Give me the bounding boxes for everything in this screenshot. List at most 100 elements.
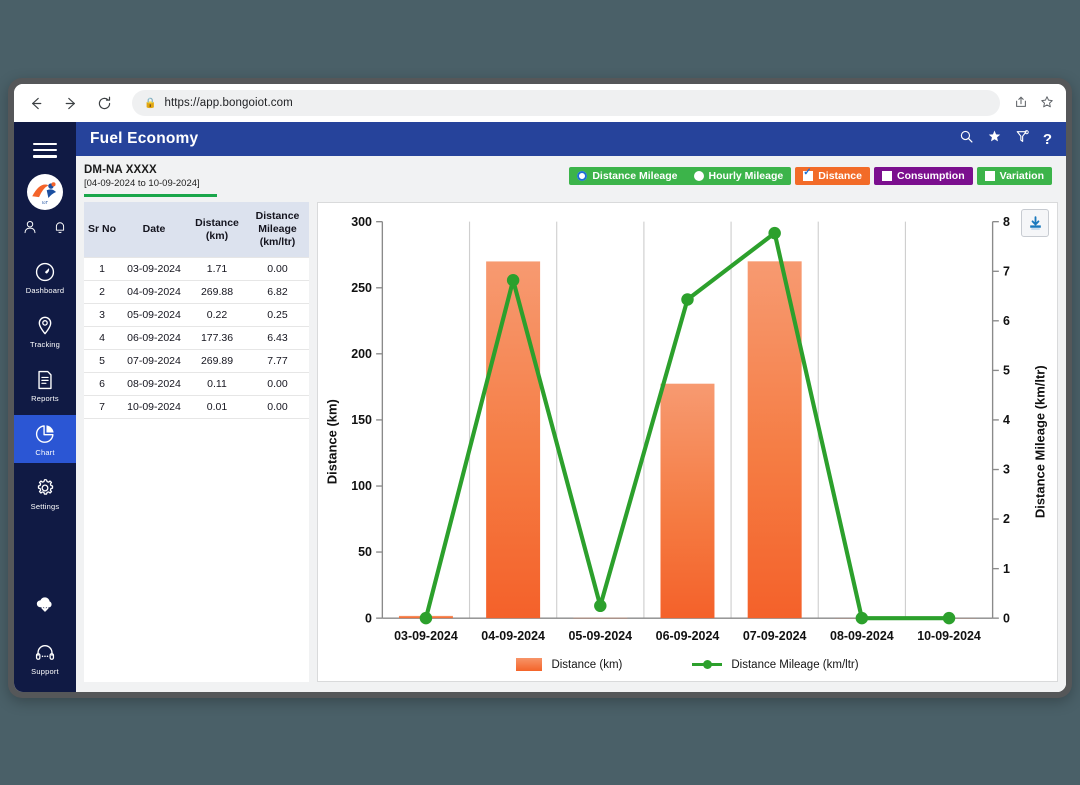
- table-row[interactable]: 3 05-09-2024 0.22 0.25: [84, 304, 309, 327]
- svg-text:05-09-2024: 05-09-2024: [568, 629, 632, 643]
- cell-distance: 177.36: [188, 327, 246, 350]
- svg-text:Distance (km): Distance (km): [325, 399, 340, 484]
- filter-funnel-icon[interactable]: [1015, 129, 1030, 149]
- cell-distance: 269.88: [188, 281, 246, 304]
- download-chart-button[interactable]: [1021, 209, 1049, 237]
- sidebar-item-label: Reports: [31, 394, 59, 403]
- checkbox-label: Consumption: [897, 170, 965, 182]
- col-date: Date: [120, 202, 188, 258]
- sidebar-item-label: Chart: [35, 448, 54, 457]
- cell-sr: 2: [84, 281, 120, 304]
- pie-chart-icon: [34, 423, 56, 445]
- x-tick-labels: 03-09-2024 04-09-2024 05-09-2024 06-09-2…: [394, 629, 981, 643]
- radio-label: Distance Mileage: [592, 170, 677, 182]
- sidebar-item-settings[interactable]: Settings: [14, 469, 76, 517]
- svg-text:6: 6: [1003, 314, 1010, 328]
- svg-text:100: 100: [351, 479, 372, 493]
- svg-text:06-09-2024: 06-09-2024: [656, 629, 720, 643]
- svg-text:08-09-2024: 08-09-2024: [830, 629, 894, 643]
- table-row[interactable]: 5 07-09-2024 269.89 7.77: [84, 350, 309, 373]
- user-icon[interactable]: [22, 219, 38, 235]
- svg-text:3: 3: [1003, 463, 1010, 477]
- cell-mileage: 6.43: [246, 327, 309, 350]
- svg-text:2: 2: [1003, 512, 1010, 526]
- sidebar-item-dashboard[interactable]: Dashboard: [14, 253, 76, 301]
- cell-date: 06-09-2024: [120, 327, 188, 350]
- device-info: DM-NA XXXX [04-09-2024 to 10-09-2024]: [84, 164, 217, 197]
- svg-text:300: 300: [351, 215, 372, 229]
- address-bar[interactable]: 🔒 https://app.bongoiot.com: [132, 90, 1000, 116]
- browser-viewport: 🔒 https://app.bongoiot.com: [14, 84, 1066, 692]
- svg-text:1: 1: [1003, 562, 1010, 576]
- cell-sr: 4: [84, 327, 120, 350]
- cell-date: 04-09-2024: [120, 281, 188, 304]
- sidebar-item-label: Dashboard: [26, 286, 65, 295]
- cell-date: 05-09-2024: [120, 304, 188, 327]
- back-arrow-icon[interactable]: [26, 93, 46, 113]
- legend-label: Distance (km): [551, 659, 622, 671]
- map-pin-icon: [34, 315, 56, 337]
- checkbox-consumption[interactable]: Consumption: [874, 167, 973, 185]
- browser-toolbar: 🔒 https://app.bongoiot.com: [14, 84, 1066, 122]
- radio-hourly-mileage[interactable]: Hourly Mileage: [694, 170, 784, 182]
- subheader: DM-NA XXXX [04-09-2024 to 10-09-2024] Di…: [76, 156, 1066, 197]
- sidebar: IoT Dashboard Tracking Re: [14, 122, 76, 692]
- table-row[interactable]: 4 06-09-2024 177.36 6.43: [84, 327, 309, 350]
- sidebar-item-tracking[interactable]: Tracking: [14, 307, 76, 355]
- fuel-economy-chart: Distance (km) Distance Mileage (km/ltr) …: [318, 203, 1057, 692]
- reload-icon[interactable]: [94, 93, 114, 113]
- checkbox-distance[interactable]: Distance: [795, 167, 870, 185]
- data-table-panel: Sr No Date Distance(km) DistanceMileage(…: [84, 202, 309, 682]
- svg-text:250: 250: [351, 281, 372, 295]
- table-row[interactable]: 6 08-09-2024 0.11 0.00: [84, 373, 309, 396]
- star-icon[interactable]: [987, 129, 1002, 149]
- device-date-range: [04-09-2024 to 10-09-2024]: [84, 178, 217, 189]
- cell-date: 03-09-2024: [120, 258, 188, 281]
- col-sr-no: Sr No: [84, 202, 120, 258]
- table-head: Sr No Date Distance(km) DistanceMileage(…: [84, 202, 309, 258]
- sidebar-item-chart[interactable]: Chart: [14, 415, 76, 463]
- checkbox-variation[interactable]: Variation: [977, 167, 1052, 185]
- share-icon[interactable]: [1014, 95, 1028, 112]
- svg-text:04-09-2024: 04-09-2024: [481, 629, 545, 643]
- svg-text:10-09-2024: 10-09-2024: [917, 629, 981, 643]
- download-save-icon: [1027, 215, 1044, 232]
- page-header: Fuel Economy ?: [76, 122, 1066, 156]
- document-icon: [34, 369, 56, 391]
- sidebar-item-reports[interactable]: Reports: [14, 361, 76, 409]
- address-bar-url: https://app.bongoiot.com: [164, 97, 292, 109]
- svg-text:150: 150: [351, 413, 372, 427]
- radio-indicator: [694, 171, 704, 181]
- chart-legend: Distance (km) Distance Mileage (km/ltr): [318, 658, 1057, 671]
- legend-item-distance[interactable]: Distance (km): [516, 658, 622, 671]
- cell-mileage: 0.00: [246, 373, 309, 396]
- table-row[interactable]: 1 03-09-2024 1.71 0.00: [84, 258, 309, 281]
- col-distance: Distance(km): [188, 202, 246, 258]
- search-icon[interactable]: [959, 129, 974, 149]
- table-row[interactable]: 7 10-09-2024 0.01 0.00: [84, 396, 309, 419]
- hamburger-icon[interactable]: [33, 130, 57, 172]
- svg-text:07-09-2024: 07-09-2024: [743, 629, 807, 643]
- sidebar-item-cloud-download[interactable]: [14, 585, 76, 624]
- sidebar-item-support[interactable]: Support: [14, 634, 76, 682]
- cell-distance: 0.01: [188, 396, 246, 419]
- bell-icon[interactable]: [52, 219, 68, 235]
- checkbox-indicator: [803, 171, 813, 181]
- cell-distance: 0.11: [188, 373, 246, 396]
- svg-text:03-09-2024: 03-09-2024: [394, 629, 458, 643]
- legend-item-distance-mileage[interactable]: Distance Mileage (km/ltr): [692, 659, 858, 671]
- svg-text:IoT: IoT: [42, 199, 49, 204]
- forward-arrow-icon[interactable]: [60, 93, 80, 113]
- cloud-download-icon: [34, 593, 56, 615]
- cell-mileage: 6.82: [246, 281, 309, 304]
- checkbox-label: Variation: [1000, 170, 1044, 182]
- help-question-icon[interactable]: ?: [1043, 131, 1052, 148]
- radio-distance-mileage[interactable]: Distance Mileage: [577, 170, 677, 182]
- svg-text:0: 0: [365, 611, 372, 625]
- gear-icon: [34, 477, 56, 499]
- filter-controls: Distance Mileage Hourly Mileage Distance: [569, 164, 1052, 185]
- table-row[interactable]: 2 04-09-2024 269.88 6.82: [84, 281, 309, 304]
- sidebar-item-label: Support: [31, 667, 59, 676]
- star-outline-icon[interactable]: [1040, 95, 1054, 112]
- gauge-icon: [34, 261, 56, 283]
